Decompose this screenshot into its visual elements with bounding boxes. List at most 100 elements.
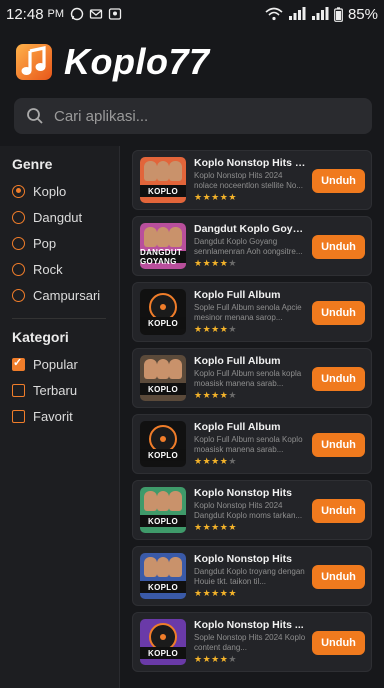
app-title[interactable]: Dangdut Koplo Goyang <box>194 223 308 235</box>
checkbox[interactable] <box>12 383 25 397</box>
star-icon: ★ <box>202 324 212 334</box>
star-icon: ★ <box>211 456 220 466</box>
app-info: Koplo Full Album Koplo Full Album senola … <box>194 355 308 401</box>
app-title[interactable]: Koplo Nonstop Hits <box>194 487 308 499</box>
star-rating: ★★★★★ <box>194 654 308 665</box>
app-card[interactable]: KOPLO Koplo Full Album Koplo Full Album se… <box>132 414 372 474</box>
app-title[interactable]: Koplo Nonstop Hits 2024 <box>194 157 308 169</box>
download-button[interactable]: Unduh <box>312 235 365 259</box>
star-icon: ★ <box>202 522 212 532</box>
app-description: Koplo Full Album senola kopla moasisk ma… <box>194 369 302 388</box>
app-thumbnail: DANGDUT GOYANG <box>140 223 186 269</box>
wifi-icon <box>265 7 283 21</box>
app-card[interactable]: KOPLO Koplo Nonstop Hits Koplo Nonstop Hit… <box>132 480 372 540</box>
thumbnail-label: KOPLO <box>140 581 186 593</box>
status-time: 12:48 <box>6 5 44 23</box>
star-icon: ★ <box>228 522 237 532</box>
app-thumbnail: KOPLO <box>140 487 186 533</box>
app-title[interactable]: Koplo Full Album <box>194 421 308 433</box>
artist-photo <box>144 161 183 185</box>
kategori-option-favorit[interactable]: Favorit <box>12 403 119 429</box>
radio[interactable] <box>12 210 25 224</box>
thumbnail-label: KOPLO <box>140 647 186 659</box>
app-card[interactable]: KOPLO Koplo Full Album Koplo Full Album se… <box>132 348 372 408</box>
star-rating: ★★★★★ <box>194 522 308 533</box>
star-icon: ★ <box>228 390 237 400</box>
app-title[interactable]: Koplo Full Album <box>194 289 308 301</box>
app-title: Koplo77 <box>64 41 210 82</box>
app-title[interactable]: Koplo Nonstop Hits <box>194 553 308 565</box>
kategori-option-terbaru[interactable]: Terbaru <box>12 377 119 403</box>
radio[interactable] <box>12 288 25 302</box>
download-button[interactable]: Unduh <box>312 433 365 457</box>
thumbnail-label: KOPLO <box>140 317 186 329</box>
radio-selected[interactable] <box>12 184 25 198</box>
star-icon: ★ <box>228 324 237 334</box>
star-icon: ★ <box>202 192 212 202</box>
genre-option-campursari[interactable]: Campursari <box>12 282 119 308</box>
genre-label: Dangdut <box>33 209 83 225</box>
app-title[interactable]: Koplo Nonstop Hits ... <box>194 619 308 631</box>
signal-icon-2 <box>311 7 329 20</box>
app-description: Koplo Nonstop Hits 2024 Dangdut Koplo mo… <box>194 501 303 520</box>
download-button[interactable]: Unduh <box>312 169 365 193</box>
radio[interactable] <box>12 262 25 276</box>
genre-option-dangdut[interactable]: Dangdut <box>12 204 119 230</box>
app-thumbnail: KOPLO <box>140 289 186 335</box>
download-button[interactable]: Unduh <box>312 565 365 589</box>
artist-photo <box>144 491 183 515</box>
app-info: Koplo Nonstop Hits ... Sople Nonstop Hits… <box>194 619 308 665</box>
checkbox-checked[interactable] <box>12 356 25 371</box>
star-icon: ★ <box>228 654 237 664</box>
star-icon: ★ <box>211 654 220 664</box>
download-button[interactable]: Unduh <box>312 367 365 391</box>
music-note-logo-icon <box>16 44 52 80</box>
app-info: Koplo Full Album Koplo Full Album senola … <box>194 421 308 467</box>
app-card[interactable]: DANGDUT GOYANG Dangdut Koplo Goyang Dangdu… <box>132 216 372 276</box>
star-icon: ★ <box>211 324 220 334</box>
app-thumbnail: KOPLO <box>140 553 186 599</box>
battery-icon <box>334 6 343 22</box>
app-card[interactable]: KOPLO Koplo Nonstop Hits ... Sople Nonstop… <box>132 612 372 672</box>
app-card[interactable]: KOPLO Koplo Nonstop Hits Dangdut Koplo tro… <box>132 546 372 606</box>
email-icon <box>89 9 103 19</box>
star-icon: ★ <box>194 588 203 598</box>
app-info: Koplo Full Album Sople Full Album senola … <box>194 289 308 335</box>
radio[interactable] <box>12 236 25 250</box>
star-icon: ★ <box>228 588 237 598</box>
star-icon: ★ <box>194 522 203 532</box>
app-info: Dangdut Koplo Goyang Dangdut Koplo Goyang… <box>194 223 308 269</box>
app-card[interactable]: KOPLO Koplo Full Album Sople Full Album se… <box>132 282 372 342</box>
checkbox[interactable] <box>12 409 25 423</box>
kategori-option-popular[interactable]: Popular <box>12 351 119 377</box>
app-card[interactable]: KOPLO Koplo Nonstop Hits 2024 Koplo Nonsto… <box>132 150 372 210</box>
genre-title: Genre <box>12 156 53 172</box>
download-button[interactable]: Unduh <box>312 301 365 325</box>
star-rating: ★★★★★ <box>194 258 308 269</box>
app-info: Koplo Nonstop Hits Dangdut Koplo troyang … <box>194 553 308 599</box>
search-input[interactable] <box>54 107 344 125</box>
star-icon: ★ <box>211 588 220 598</box>
download-button[interactable]: Unduh <box>312 499 365 523</box>
thumbnail-label: KOPLO <box>140 449 186 461</box>
app-thumbnail: KOPLO <box>140 619 186 665</box>
star-icon: ★ <box>211 390 220 400</box>
thumbnail-label: DANGDUT GOYANG <box>140 248 186 266</box>
status-ampm: PM <box>47 8 65 20</box>
search-bar[interactable] <box>14 98 372 134</box>
app-description: Dangdut Koplo troyang dengan Houie tkt. … <box>194 567 305 586</box>
genre-option-rock[interactable]: Rock <box>12 256 119 282</box>
app-header: Koplo77 <box>14 40 210 84</box>
download-button[interactable]: Unduh <box>312 631 365 655</box>
app-list: KOPLO Koplo Nonstop Hits 2024 Koplo Nonsto… <box>132 150 372 678</box>
star-icon: ★ <box>228 258 237 268</box>
star-rating: ★★★★★ <box>194 588 308 599</box>
app-title[interactable]: Koplo Full Album <box>194 355 308 367</box>
app-thumbnail: KOPLO <box>140 157 186 203</box>
thumbnail-label: KOPLO <box>140 515 186 527</box>
genre-option-pop[interactable]: Pop <box>12 230 119 256</box>
star-rating: ★★★★★ <box>194 324 308 335</box>
app-description: Koplo Nonstop Hits 2024 nolace noceentlo… <box>194 171 303 190</box>
genre-option-koplo[interactable]: Koplo <box>12 178 119 204</box>
star-icon: ★ <box>194 456 203 466</box>
